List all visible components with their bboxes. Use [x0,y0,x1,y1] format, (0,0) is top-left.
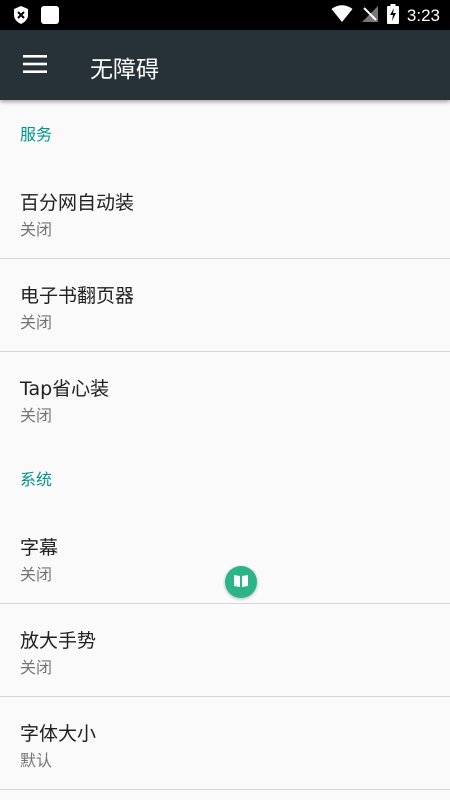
status-bar-right: 3:23 [331,4,440,28]
status-bar-left [12,5,60,29]
shield-x-icon [12,5,30,29]
status-bar: 3:23 [0,0,450,30]
pref-item-tap-easy-install[interactable]: Tap省心装 关闭 [0,352,450,445]
pref-item-captions[interactable]: 字幕 关闭 [0,511,450,604]
pref-item-title: 字体大小 [20,723,97,745]
pref-item-ebook-page-turner[interactable]: 电子书翻页器 关闭 [0,259,450,352]
book-icon [233,573,249,592]
pref-item-title: 字幕 [20,537,59,559]
pref-item-summary: 默认 [20,751,53,770]
hamburger-menu-icon [23,55,47,77]
battery-charging-icon [386,4,399,28]
status-time: 3:23 [406,6,440,25]
square-notification-icon [40,5,60,29]
pref-item-font-size[interactable]: 字体大小 默认 [0,697,450,790]
pref-item-title: 电子书翻页器 [20,285,135,307]
preferences-list: 服务 百分网自动装 关闭 电子书翻页器 关闭 Tap省心装 关闭 系统 字幕 关… [0,100,450,790]
pref-item-summary: 关闭 [20,313,53,332]
pref-item-title: 百分网自动装 [20,192,135,214]
pref-item-summary: 关闭 [20,220,53,239]
no-signal-icon [361,5,379,27]
section-header-services: 服务 [20,125,53,144]
pref-item-magnification-gestures[interactable]: 放大手势 关闭 [0,604,450,697]
pref-item-title: Tap省心装 [20,378,110,400]
page-title: 无障碍 [90,57,159,83]
pref-item-baifenwang-autoinstall[interactable]: 百分网自动装 关闭 [0,166,450,259]
pref-item-title: 放大手势 [20,630,97,652]
app-toolbar: 无障碍 [0,30,450,100]
wifi-icon [331,5,353,27]
pref-item-summary: 关闭 [20,406,53,425]
pref-item-summary: 关闭 [20,658,53,677]
section-header-system: 系统 [20,470,53,489]
menu-button[interactable] [14,45,56,87]
floating-book-button[interactable] [225,566,257,598]
pref-item-summary: 关闭 [20,565,53,584]
